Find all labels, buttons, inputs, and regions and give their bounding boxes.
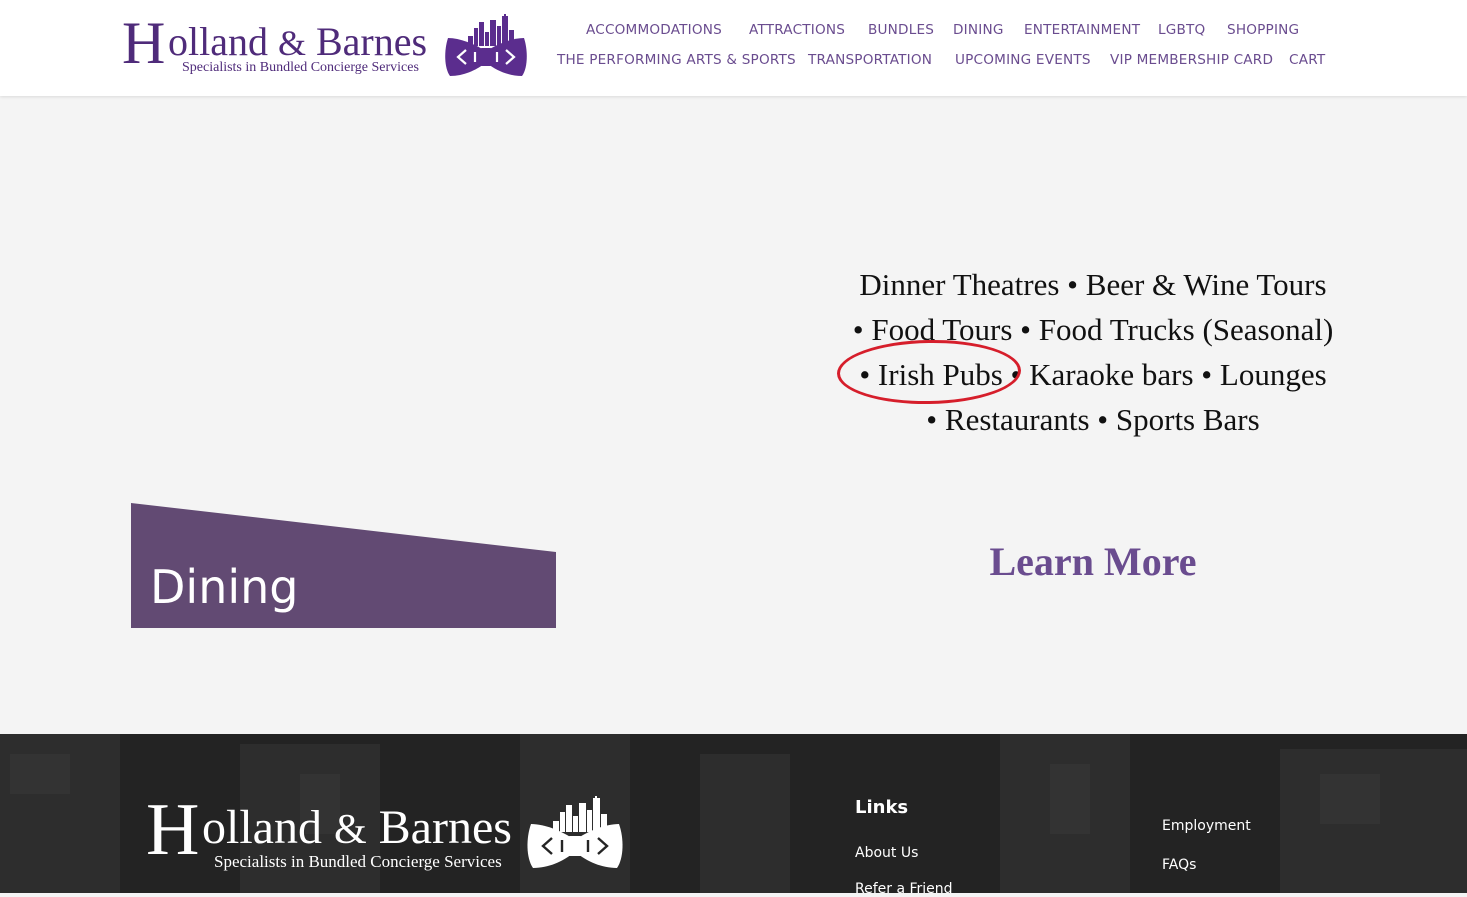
footer-logo-name-second: Barnes: [378, 801, 512, 854]
logo-name-rest: olland: [168, 19, 268, 64]
footer-link-faqs[interactable]: FAQs: [1162, 857, 1196, 873]
nav-accommodations[interactable]: ACCOMMODATIONS: [586, 22, 722, 38]
footer-links-heading: Links: [855, 797, 909, 818]
logo-ampersand: &: [277, 23, 306, 63]
learn-more-link[interactable]: Learn More: [960, 538, 1226, 585]
nav-upcoming-events[interactable]: UPCOMING EVENTS: [955, 52, 1091, 68]
footer-logo-name-rest: olland: [202, 801, 322, 854]
nav-vip-membership-card[interactable]: VIP MEMBERSHIP CARD: [1110, 52, 1273, 68]
nav-lgbtq[interactable]: LGBTQ: [1158, 22, 1205, 38]
footer-logo-ampersand: &: [333, 807, 367, 853]
footer-link-refer-a-friend[interactable]: Refer a Friend: [855, 881, 953, 897]
footer-logo-tagline: Specialists in Bundled Concierge Service…: [214, 852, 502, 871]
logo-name-second: Barnes: [316, 19, 428, 64]
nav-transportation[interactable]: TRANSPORTATION: [808, 52, 932, 68]
footer-bowtie-skyline-icon: [527, 796, 623, 868]
site-logo[interactable]: H olland & Barnes Specialists in Bundled…: [122, 10, 532, 84]
nav-entertainment[interactable]: ENTERTAINMENT: [1024, 22, 1140, 38]
nav-attractions[interactable]: ATTRACTIONS: [749, 22, 845, 38]
nav-dining[interactable]: DINING: [953, 22, 1004, 38]
dining-banner-title: Dining: [150, 560, 299, 614]
footer-logo-initial: H: [146, 789, 200, 871]
nav-performing-arts-sports[interactable]: THE PERFORMING ARTS & SPORTS: [557, 52, 796, 68]
site-footer: H olland & Barnes Specialists in Bundled…: [0, 734, 1467, 893]
footer-link-employment[interactable]: Employment: [1162, 818, 1251, 834]
nav-cart[interactable]: CART: [1289, 52, 1325, 68]
site-header: H olland & Barnes Specialists in Bundled…: [0, 0, 1467, 96]
bowtie-skyline-icon: [445, 14, 527, 76]
footer-link-about-us[interactable]: About Us: [855, 845, 918, 861]
logo-tagline: Specialists in Bundled Concierge Service…: [182, 60, 419, 75]
footer-logo[interactable]: H olland & Barnes Specialists in Bundled…: [146, 790, 626, 876]
nav-shopping[interactable]: SHOPPING: [1227, 22, 1299, 38]
logo-initial: H: [122, 10, 166, 76]
footer-logo-name: olland & Barnes: [202, 800, 512, 858]
category-line: Dinner Theatres • Beer & Wine Tours: [859, 267, 1327, 302]
nav-bundles[interactable]: BUNDLES: [868, 22, 934, 38]
